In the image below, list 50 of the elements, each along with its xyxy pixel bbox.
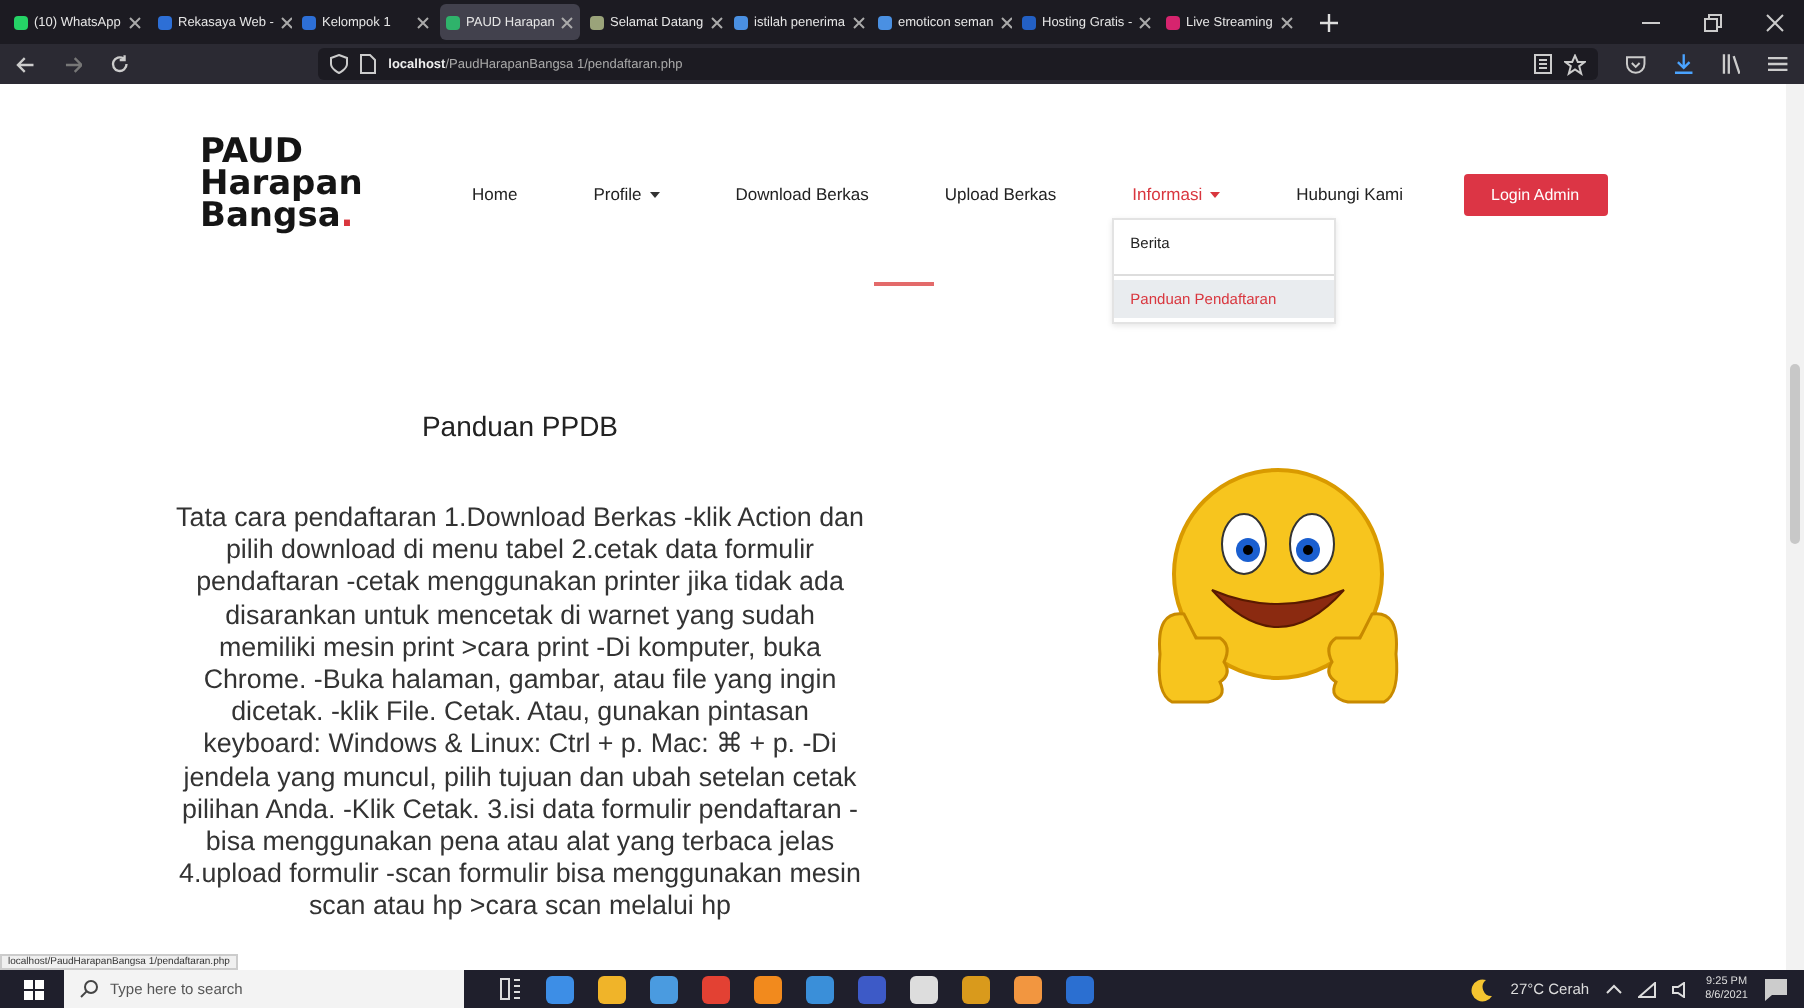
pocket-icon[interactable]	[1626, 55, 1646, 73]
nav-dropdown[interactable]: Informasi	[1132, 184, 1221, 204]
chevron-up-icon[interactable]	[1605, 984, 1622, 994]
caret-icon	[1210, 191, 1221, 197]
close-icon[interactable]	[1280, 15, 1294, 29]
nav-dropdown[interactable]: Profile	[593, 184, 660, 204]
accent-line	[874, 282, 934, 286]
app-icon[interactable]	[598, 975, 626, 1003]
app-icon[interactable]	[754, 975, 782, 1003]
shield-icon	[330, 54, 349, 74]
search-icon	[80, 980, 98, 998]
guide-paragraph: Tata cara pendaftaran 1.Download Berkas -klik Action dan pilih download di menu tabel 2.cetak data formulir pendaftaran -cetak menggunakan printer jika tidak ada disarankan untuk mencetak di warnet yang sudah memiliki mesin print >cara print -Di komputer, buka Chrome. -Buka halaman, gambar, atau file yang ingin dicetak. -klik File. Cetak. Atau, gunakan pintasan keyboard: Windows & Linux: Ctrl + p. Mac: ⌘ + p. -Di jendela yang muncul, pilih tujuan dan ubah setelan cetak pilihan Anda. -Klik Cetak. 3.isi data formulir pendaftaran -bisa menggunakan pena atau alat yang terbaca jelas 4.upload formulir -scan formulir bisa menggunakan mesin scan atau hp >cara scan melalui hp	[176, 502, 864, 924]
app-icon[interactable]	[1014, 975, 1042, 1003]
library-icon[interactable]	[1721, 54, 1741, 74]
page-heading: Panduan PPDB	[419, 410, 621, 442]
close-icon[interactable]	[128, 15, 142, 29]
nav-link[interactable]: Home	[472, 184, 518, 204]
restore-icon[interactable]	[1704, 13, 1722, 31]
app-icon[interactable]	[546, 975, 574, 1003]
new-tab-icon[interactable]	[1320, 13, 1338, 31]
close-icon[interactable]	[851, 15, 866, 29]
reload-icon[interactable]	[110, 54, 131, 74]
notification-icon[interactable]	[1764, 977, 1788, 1001]
page-icon	[360, 54, 377, 74]
close-icon[interactable]	[1138, 15, 1153, 29]
moon-icon	[1470, 977, 1495, 1001]
app-icon[interactable]	[962, 975, 990, 1003]
close-icon[interactable]	[709, 15, 724, 29]
forward-icon[interactable]	[63, 55, 83, 73]
speaker-icon[interactable]	[1671, 981, 1690, 997]
windows-start-icon[interactable]	[24, 979, 44, 999]
menu-icon[interactable]	[1768, 56, 1789, 72]
star-icon[interactable]	[1564, 53, 1587, 75]
site-logo[interactable]: PAUD Harapan Bangsa.	[200, 136, 440, 232]
nav-link[interactable]: Upload Berkas	[944, 184, 1057, 204]
scrollbar-thumb[interactable]	[1790, 364, 1800, 544]
app-icon[interactable]	[910, 975, 938, 1003]
app-icon[interactable]	[650, 975, 678, 1003]
task-view-icon[interactable]	[500, 978, 522, 1000]
caret-icon	[649, 191, 660, 197]
download-icon[interactable]	[1673, 54, 1694, 74]
close-icon[interactable]	[1766, 13, 1784, 31]
close-icon[interactable]	[999, 15, 1012, 29]
back-icon[interactable]	[16, 55, 36, 73]
nav-link[interactable]: Hubungi Kami	[1296, 184, 1404, 204]
reader-icon[interactable]	[1534, 54, 1553, 74]
login-button[interactable]: Login Admin	[1463, 173, 1608, 215]
nav-link[interactable]: Download Berkas	[735, 184, 869, 204]
close-icon[interactable]	[279, 15, 292, 29]
close-icon[interactable]	[416, 15, 430, 29]
